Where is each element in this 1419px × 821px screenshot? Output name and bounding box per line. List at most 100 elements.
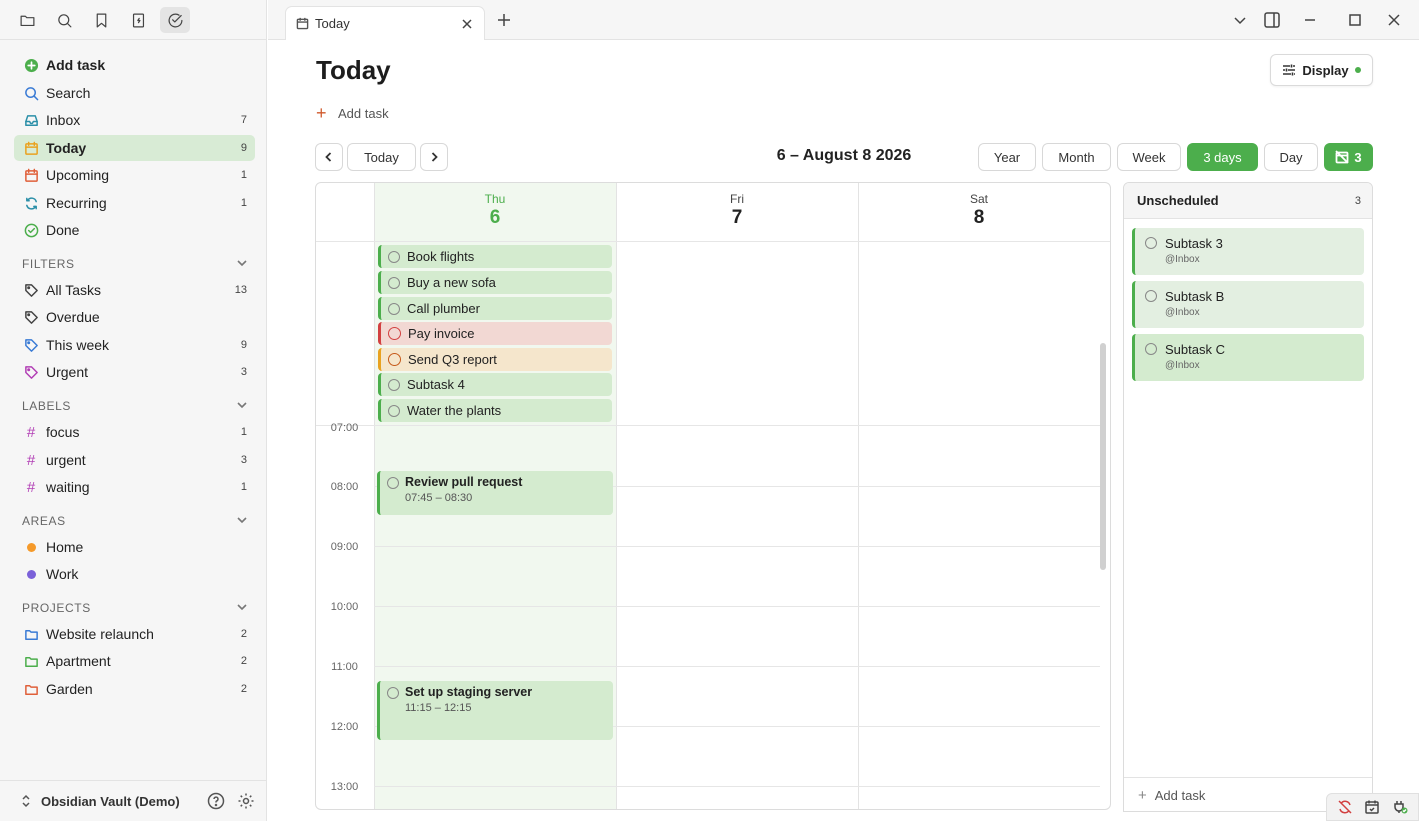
sync-off-icon[interactable]	[1337, 799, 1353, 815]
calendar-sync-icon[interactable]	[1364, 799, 1380, 815]
sidebar-item-urgent[interactable]: Urgent 3	[14, 359, 255, 385]
sidebar-item-done[interactable]: Done	[14, 217, 255, 243]
sidebar-item-label: Home	[46, 539, 84, 555]
sidebar-item-add-task[interactable]: Add task	[14, 52, 255, 78]
task-checkbox[interactable]	[388, 378, 400, 391]
timed-task[interactable]: Set up staging server 11:15 – 12:15	[377, 681, 613, 740]
task-checkbox[interactable]	[388, 302, 400, 315]
sidebar-item-recurring[interactable]: Recurring 1	[14, 190, 255, 216]
view-day-button[interactable]: Day	[1264, 143, 1318, 171]
prev-button[interactable]	[315, 143, 343, 171]
sidebar-item-label-focus[interactable]: # focus 1	[14, 419, 255, 445]
day-header-fri[interactable]: Fri 7	[616, 183, 858, 241]
chevron-down-icon[interactable]	[236, 514, 248, 529]
sidebar-item-search[interactable]: Search	[14, 80, 255, 106]
task-checkbox[interactable]	[1145, 290, 1157, 302]
check-circle-icon[interactable]	[160, 7, 190, 33]
task-checkbox[interactable]	[388, 404, 400, 417]
chevron-up-down-icon[interactable]	[20, 794, 32, 808]
add-task-label: Add task	[338, 105, 389, 121]
all-day-task[interactable]: Pay invoice	[378, 322, 612, 345]
sidebar-item-overdue[interactable]: Overdue	[14, 304, 255, 330]
file-icon[interactable]	[125, 7, 151, 33]
view-3days-button[interactable]: 3 days	[1187, 143, 1258, 171]
sidebar-item-today[interactable]: Today 9	[14, 135, 255, 161]
labels-section-header[interactable]: LABELS	[22, 398, 248, 414]
areas-section-header[interactable]: AREAS	[22, 513, 248, 529]
sidebar-item-label-waiting[interactable]: # waiting 1	[14, 474, 255, 500]
folder-icon[interactable]	[14, 7, 40, 33]
today-button[interactable]: Today	[347, 143, 416, 171]
projects-section-header[interactable]: PROJECTS	[22, 600, 248, 616]
maximize-icon[interactable]	[1346, 11, 1364, 29]
sidebar-item-project-apartment[interactable]: Apartment 2	[14, 648, 255, 674]
minimize-icon[interactable]	[1301, 11, 1319, 29]
display-button[interactable]: Display	[1270, 54, 1373, 86]
check-circle-icon	[23, 222, 39, 238]
task-checkbox[interactable]	[388, 327, 401, 340]
task-checkbox[interactable]	[388, 276, 400, 289]
sidebar-item-label-urgent[interactable]: # urgent 3	[14, 447, 255, 473]
tab-today[interactable]: Today	[285, 6, 485, 40]
help-icon[interactable]	[207, 792, 225, 810]
sidebar-item-all-tasks[interactable]: All Tasks 13	[14, 277, 255, 303]
display-label: Display	[1302, 62, 1349, 78]
chevron-down-icon[interactable]	[1231, 11, 1249, 29]
view-week-button[interactable]: Week	[1117, 143, 1181, 171]
add-task-button[interactable]: + Add task	[316, 104, 389, 122]
sidebar-item-project-garden[interactable]: Garden 2	[14, 676, 255, 702]
tab-title: Today	[315, 16, 350, 31]
all-day-task[interactable]: Subtask 4	[378, 373, 612, 396]
sidebar-toggle-icon[interactable]	[1263, 11, 1281, 29]
day-name: Thu	[484, 192, 506, 206]
sidebar-item-count: 9	[240, 339, 247, 351]
task-checkbox[interactable]	[1145, 237, 1157, 249]
next-button[interactable]	[420, 143, 448, 171]
view-month-button[interactable]: Month	[1042, 143, 1111, 171]
sidebar-item-area-home[interactable]: Home	[14, 534, 255, 560]
filters-section-header[interactable]: FILTERS	[22, 256, 248, 272]
vault-name[interactable]: Obsidian Vault (Demo)	[41, 794, 207, 809]
sidebar-item-inbox[interactable]: Inbox 7	[14, 107, 255, 133]
close-icon[interactable]	[460, 17, 474, 31]
new-tab-icon[interactable]	[495, 11, 513, 29]
folder-icon	[23, 653, 39, 669]
calendar-scrollbar[interactable]	[1100, 343, 1106, 570]
unscheduled-task[interactable]: Subtask B @Inbox	[1132, 281, 1364, 328]
all-day-task[interactable]: Buy a new sofa	[378, 271, 612, 294]
day-header-sat[interactable]: Sat 8	[858, 183, 1100, 241]
all-day-task[interactable]: Book flights	[378, 245, 612, 268]
chevron-down-icon[interactable]	[236, 399, 248, 414]
day-column-fri[interactable]	[616, 183, 858, 809]
gear-icon[interactable]	[237, 792, 255, 810]
all-day-task[interactable]: Water the plants	[378, 399, 612, 422]
vault-switcher[interactable]: Obsidian Vault (Demo)	[0, 780, 267, 821]
chevron-down-icon[interactable]	[236, 601, 248, 616]
task-checkbox[interactable]	[1145, 343, 1157, 355]
all-day-task[interactable]: Call plumber	[378, 297, 612, 320]
task-checkbox[interactable]	[388, 353, 401, 366]
task-checkbox[interactable]	[388, 250, 400, 263]
chevron-down-icon[interactable]	[236, 257, 248, 272]
add-task-label: Add task	[1154, 788, 1206, 803]
task-checkbox[interactable]	[387, 687, 399, 699]
all-day-task[interactable]: Send Q3 report	[378, 348, 612, 371]
unscheduled-toggle-button[interactable]: 3	[1324, 143, 1373, 171]
unscheduled-task[interactable]: Subtask 3 @Inbox	[1132, 228, 1364, 275]
search-icon[interactable]	[51, 7, 77, 33]
plugin-ok-icon[interactable]	[1392, 799, 1408, 815]
view-year-button[interactable]: Year	[978, 143, 1036, 171]
day-column-sat[interactable]	[858, 183, 1100, 809]
close-window-icon[interactable]	[1385, 11, 1403, 29]
task-title: Book flights	[407, 249, 475, 264]
day-header-thu[interactable]: Thu 6	[374, 183, 616, 241]
task-checkbox[interactable]	[387, 477, 399, 489]
unscheduled-task[interactable]: Subtask C @Inbox	[1132, 334, 1364, 381]
sidebar-item-upcoming[interactable]: Upcoming 1	[14, 162, 255, 188]
task-title: Buy a new sofa	[407, 275, 496, 290]
sidebar-item-area-work[interactable]: Work	[14, 561, 255, 587]
timed-task[interactable]: Review pull request 07:45 – 08:30	[377, 471, 613, 515]
sidebar-item-this-week[interactable]: This week 9	[14, 332, 255, 358]
sidebar-item-project-website[interactable]: Website relaunch 2	[14, 621, 255, 647]
bookmark-icon[interactable]	[88, 7, 114, 33]
